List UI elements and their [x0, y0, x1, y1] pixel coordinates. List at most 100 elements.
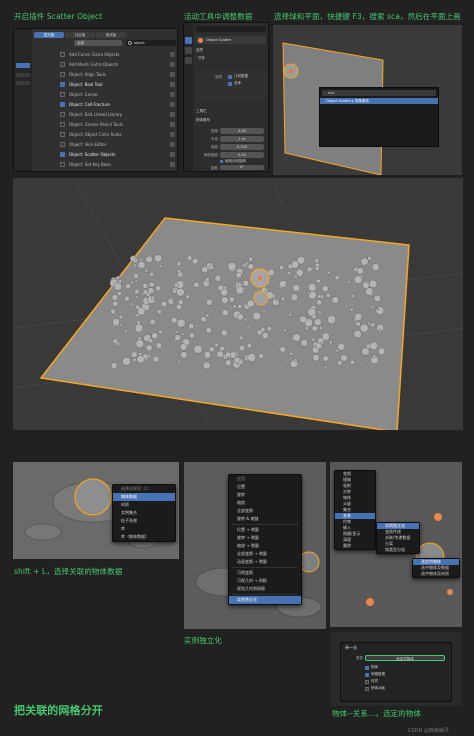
random-scale-field[interactable]: 0.50: [220, 152, 264, 158]
menu-item-location-deltas[interactable]: 位置 → 增量: [229, 526, 301, 534]
menu-item-all-deltas[interactable]: 全部变换 → 增量: [229, 550, 301, 558]
viewport-select-linked[interactable]: 选择关联项（L） 物体数据 材质 实例集合 粒子系统 库 库（物体数据）: [13, 462, 179, 559]
object-checkbox[interactable]: [365, 666, 369, 670]
list-item[interactable]: Object: Bool Tool: [32, 79, 177, 89]
list-item[interactable]: Object: Grease Pencil Tools: [32, 119, 177, 129]
addon-checkbox[interactable]: [60, 101, 65, 107]
name-checkbox[interactable]: [228, 82, 232, 86]
addon-checkbox[interactable]: [60, 141, 65, 147]
menu-item[interactable]: 按类型分组: [377, 547, 419, 553]
scatter-instance: [266, 325, 273, 332]
list-item[interactable]: Object: Skin Editor: [32, 139, 177, 149]
type-dropdown[interactable]: 选定的物体: [365, 655, 445, 661]
menu-item-visual-geometry[interactable]: 可视几何 → 网格: [229, 577, 301, 585]
scatter-instance: [130, 255, 137, 262]
category-filter[interactable]: 全部: [74, 40, 122, 46]
properties-search[interactable]: [196, 26, 266, 32]
section-toolbar[interactable]: 工具栏: [196, 109, 207, 114]
list-item[interactable]: Object: Carver: [32, 89, 177, 99]
menu-item-material[interactable]: 材质: [113, 501, 175, 509]
list-item[interactable]: Object: Align Tools: [32, 69, 177, 79]
menu-item-location[interactable]: 位置: [229, 483, 301, 491]
menu-item-visual-geometry-mesh[interactable]: 视觉几何到网格: [229, 585, 301, 593]
scatter-instance: [381, 258, 384, 261]
tab-official[interactable]: 官方版: [34, 32, 64, 38]
density-field[interactable]: 4.00: [220, 128, 264, 134]
menu-item-visual-transform[interactable]: 可视变换: [229, 569, 301, 577]
viewport-single-user[interactable]: 单一化 类型 选定的物体 物体 网格数据 材质 物体动画: [330, 632, 462, 706]
tab-community[interactable]: 社区版: [65, 32, 95, 38]
menu-item-object-data[interactable]: 物体数据: [113, 493, 175, 501]
list-item[interactable]: Add Curve: Extra Objects: [32, 49, 177, 59]
section-scatter[interactable]: 物体散布: [196, 118, 210, 123]
addon-checkbox[interactable]: [60, 131, 65, 137]
scatter-instance: [347, 280, 351, 284]
sidebar-item-addons[interactable]: [16, 63, 30, 68]
scale-field[interactable]: 0.200: [220, 144, 264, 150]
menu-separator: [232, 524, 298, 525]
menu-item-rotation-scale[interactable]: 旋转 & 缩放: [229, 515, 301, 523]
addon-checkbox[interactable]: [60, 51, 65, 57]
menu-item-all-transforms[interactable]: 全部变换: [229, 507, 301, 515]
menu-item-rotation[interactable]: 旋转: [229, 491, 301, 499]
sidebar-item[interactable]: [16, 73, 30, 77]
search-input[interactable]: object: [126, 40, 176, 46]
radius-field[interactable]: 1 m: [220, 136, 264, 142]
addon-checkbox[interactable]: [60, 71, 65, 77]
addon-checkbox[interactable]: [60, 161, 65, 167]
menu-item-rotation-deltas[interactable]: 旋转 → 增量: [229, 534, 301, 542]
render-tab-icon[interactable]: [185, 47, 192, 54]
section-options[interactable]: 选项: [196, 48, 203, 53]
list-item[interactable]: Object: Cell Fracture: [32, 99, 177, 109]
sidebar-item[interactable]: [16, 81, 30, 85]
use-normal-checkbox[interactable]: [220, 160, 223, 163]
menu-item-instance-collection[interactable]: 实例集合: [113, 509, 175, 517]
relations-submenu: 实例独立化 变换传递 关联/传递数据 分离 按类型分组: [376, 522, 420, 554]
output-tab-icon[interactable]: [185, 57, 192, 64]
menu-item-library[interactable]: 库: [113, 525, 175, 533]
addon-checkbox[interactable]: [60, 61, 65, 67]
menu-item-scale[interactable]: 缩放: [229, 499, 301, 507]
search-result-item[interactable]: Object Scatter ▸ 物体散布: [320, 98, 438, 104]
user-icon: [170, 151, 175, 157]
scatter-instance: [356, 344, 360, 348]
list-item[interactable]: Object: Scatter Objects: [32, 149, 177, 159]
menu-search-input[interactable]: sca: [322, 90, 436, 96]
scatter-instance: [276, 298, 280, 302]
menu-item[interactable]: 选中物体及材质: [413, 571, 459, 577]
addon-label: Object: Skin Editor: [69, 141, 107, 147]
tab-testing[interactable]: 测试版: [96, 32, 126, 38]
viewport-apply[interactable]: 应用 位置 旋转 缩放 全部变换 旋转 & 缩放 位置 → 增量 旋转 → 增量…: [184, 462, 326, 629]
menu-item-anim-deltas[interactable]: 动画变换 → 增量: [229, 558, 301, 566]
viewport-search[interactable]: sca Object Scatter ▸ 物体散布: [273, 25, 462, 175]
mesh-data-checkbox[interactable]: [365, 673, 369, 677]
geometry-checkbox[interactable]: [228, 75, 232, 79]
viewport-relations[interactable]: 变换 镜像 吸附 对称 物体 父级 集合 关系 约束 输入 隐藏/显示 清理 删…: [330, 462, 462, 627]
rotation-field[interactable]: 0°: [220, 165, 264, 170]
scatter-instance: [314, 258, 320, 264]
object-anim-checkbox[interactable]: [365, 687, 369, 691]
list-item[interactable]: Object: Edit Linked Library: [32, 109, 177, 119]
addon-checkbox[interactable]: [60, 151, 65, 157]
scatter-instance: [311, 337, 316, 342]
section-mirror[interactable]: 镜像: [198, 56, 205, 61]
addon-checkbox[interactable]: [60, 81, 65, 87]
ring-instance: [24, 523, 62, 541]
material-checkbox[interactable]: [365, 680, 369, 684]
menu-item[interactable]: 删除: [335, 543, 375, 549]
addon-checkbox[interactable]: [60, 111, 65, 117]
list-item[interactable]: Object: Set Key Base: [32, 159, 177, 169]
addon-checkbox[interactable]: [60, 91, 65, 97]
scatter-instance: [375, 306, 385, 315]
menu-item-particle-system[interactable]: 粒子系统: [113, 517, 175, 525]
menu-item-make-single[interactable]: 实例独立化: [229, 596, 301, 604]
tool-tab-icon[interactable]: [185, 37, 192, 44]
list-item[interactable]: Object: Object Color Rules: [32, 129, 177, 139]
addon-checkbox[interactable]: [60, 121, 65, 127]
list-item[interactable]: Add Mesh: Extra Objects: [32, 59, 177, 69]
menu-item-library-object-data[interactable]: 库（物体数据）: [113, 533, 175, 541]
scatter-instance: [279, 346, 286, 353]
menu-item-scale-deltas[interactable]: 缩放 → 增量: [229, 542, 301, 550]
main-viewport[interactable]: [13, 178, 463, 430]
scatter-instance: [249, 365, 252, 368]
